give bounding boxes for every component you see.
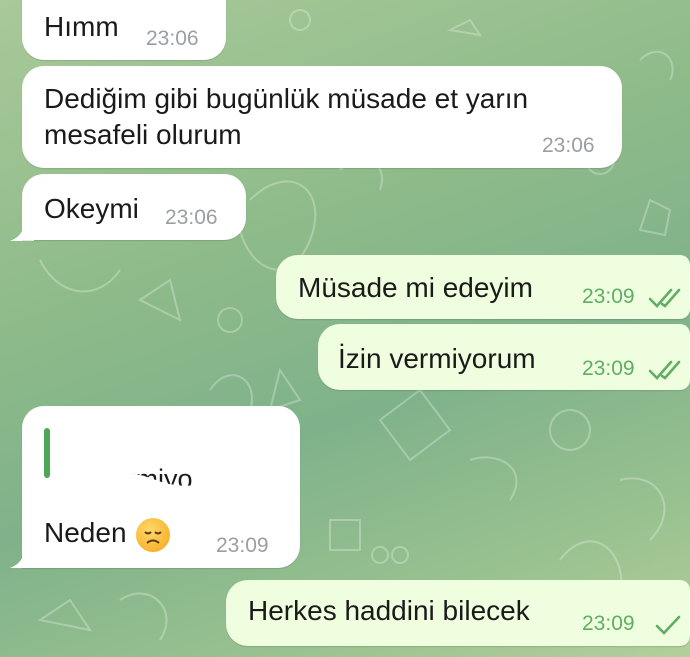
message-time: 23:09 [582,357,635,380]
message-text: Müsade mi edeyim [298,272,533,303]
message-incoming-reply[interactable]: vermiyo Neden 23:09 [22,406,300,568]
message-text-line2: mesafeli olurum [44,119,242,150]
message-text: Herkes haddini bilecek [248,595,530,626]
message-incoming[interactable]: Okeymi 23:06 [22,174,246,240]
message-time: 23:06 [165,206,218,229]
double-check-icon [648,288,681,308]
message-time: 23:09 [582,285,635,308]
message-text: İzin vermiyorum [338,343,536,374]
message-incoming[interactable]: Dediğim gibi bugünlük müsade et yarın me… [22,66,622,168]
message-outgoing[interactable]: İzin vermiyorum 23:09 [318,324,690,390]
message-text: Neden [44,517,127,548]
message-outgoing[interactable]: Müsade mi edeyim 23:09 [276,255,690,319]
message-text: Hımm [44,11,119,42]
message-outgoing[interactable]: Herkes haddini bilecek 23:09 [226,580,690,646]
message-time: 23:06 [542,134,595,157]
redaction-scribble [56,429,286,502]
single-check-icon [655,615,681,635]
disappointed-face-emoji [136,518,170,552]
message-time: 23:09 [216,534,269,557]
message-text: Okeymi [44,193,139,224]
message-incoming[interactable]: Hımm 23:06 [22,0,226,60]
reply-accent-bar [44,428,50,478]
double-check-icon [648,360,681,380]
message-time: 23:06 [146,27,199,50]
message-time: 23:09 [582,612,635,635]
message-text-line1: Dediğim gibi bugünlük müsade et yarın [44,83,529,114]
reply-quote[interactable]: vermiyo [56,424,286,502]
